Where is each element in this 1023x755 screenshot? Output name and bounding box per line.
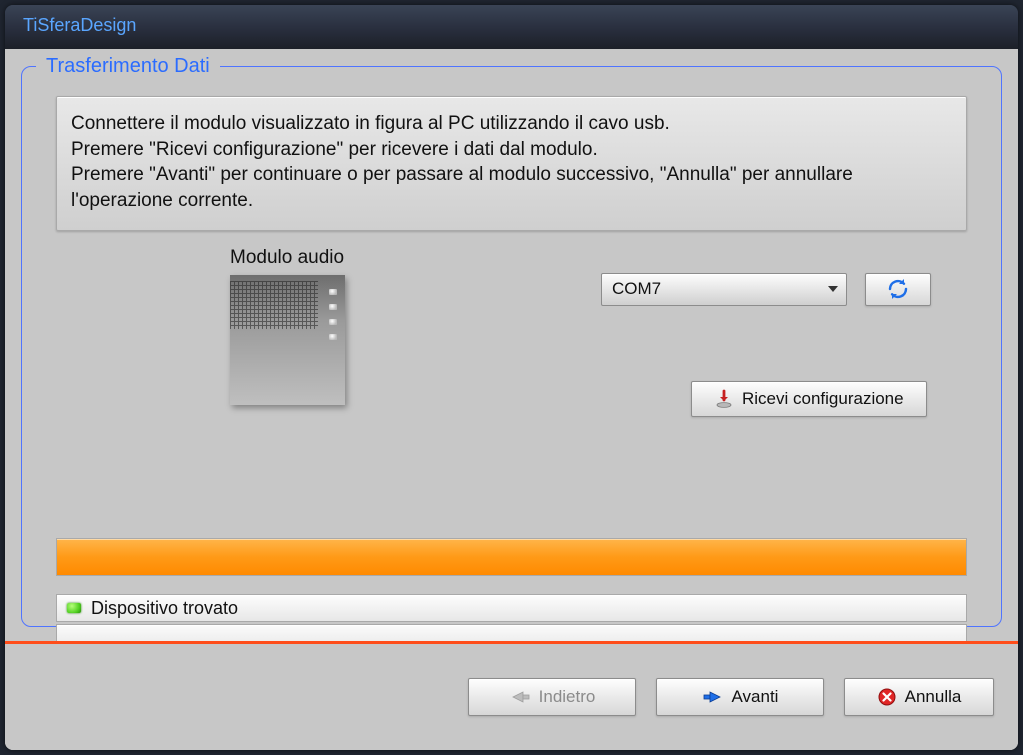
next-label: Avanti [732,687,779,707]
close-circle-icon [877,687,897,707]
instructions-text: Connettere il modulo visualizzato in fig… [56,96,967,231]
refresh-icon [886,278,910,300]
module-label: Modulo audio [230,247,344,269]
receive-config-button[interactable]: Ricevi configurazione [691,381,927,417]
arrow-left-icon [509,689,531,705]
port-row: COM7 [601,273,931,306]
com-port-value: COM7 [612,279,661,299]
status-led-icon [67,603,81,613]
receive-row: Ricevi configurazione [691,381,927,417]
chevron-down-icon [828,286,838,292]
back-label: Indietro [539,687,596,707]
app-title: TiSferaDesign [23,15,136,35]
refresh-button[interactable] [865,273,931,306]
cancel-button[interactable]: Annulla [844,678,994,716]
wizard-button-bar: Indietro Avanti Annulla [5,644,1018,750]
transfer-panel: Trasferimento Dati Connettere il modulo … [21,55,1002,627]
app-window: TiSferaDesign Trasferimento Dati Connett… [5,5,1018,750]
progress-bar [56,538,967,576]
cancel-label: Annulla [905,687,962,707]
next-button[interactable]: Avanti [656,678,824,716]
module-leds [329,289,337,340]
back-button[interactable]: Indietro [468,678,636,716]
module-thumbnail [230,275,345,405]
arrow-right-icon [702,689,724,705]
panel-legend: Trasferimento Dati [36,55,220,78]
status-row: Dispositivo trovato [56,594,967,622]
client-area: Trasferimento Dati Connettere il modulo … [5,49,1018,750]
com-port-select[interactable]: COM7 [601,273,847,306]
module-area: Modulo audio COM7 [56,247,967,457]
receive-config-label: Ricevi configurazione [742,389,904,409]
status-text: Dispositivo trovato [91,598,238,619]
download-icon [714,389,734,409]
titlebar: TiSferaDesign [5,5,1018,49]
